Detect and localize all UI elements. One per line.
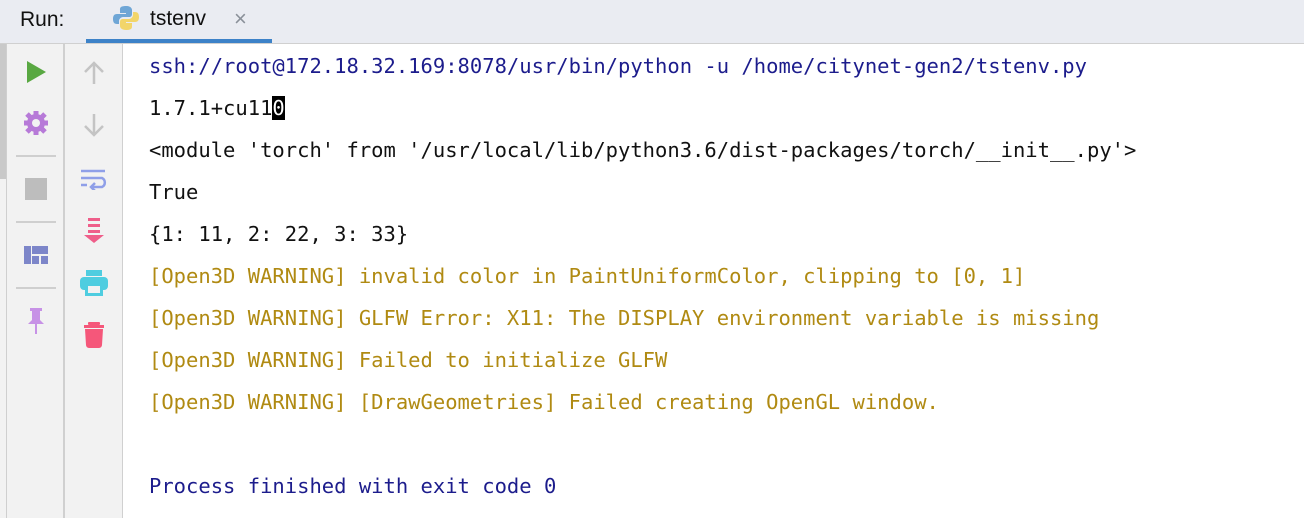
separator: [16, 287, 56, 289]
arrow-down-icon[interactable]: [79, 110, 109, 140]
warning-line: [Open3D WARNING] Failed to initialize GL…: [149, 348, 668, 372]
version-text: 1.7.1+cu11: [149, 96, 273, 120]
pin-icon[interactable]: [21, 306, 51, 336]
gear-icon[interactable]: [21, 108, 51, 138]
exit-status-line: Process finished with exit code 0: [149, 474, 557, 498]
output-line: 1.7.1+cu110: [149, 94, 285, 122]
text-cursor: 0: [272, 96, 285, 120]
separator: [16, 221, 56, 223]
close-tab-icon[interactable]: ×: [234, 6, 247, 32]
tab-tstenv[interactable]: tstenv ×: [86, 0, 272, 44]
warning-line: [Open3D WARNING] [DrawGeometries] Failed…: [149, 390, 939, 414]
arrow-up-icon[interactable]: [79, 58, 109, 88]
run-tool-window-header: Run: tstenv ×: [0, 0, 1304, 44]
output-line: {1: 11, 2: 22, 3: 33}: [149, 222, 409, 246]
console-toolbar: [65, 44, 123, 518]
scroll-to-end-icon[interactable]: [79, 216, 109, 246]
play-icon[interactable]: [21, 57, 51, 87]
print-icon[interactable]: [79, 268, 109, 298]
scrollbar-thumb[interactable]: [0, 44, 6, 179]
warning-line: [Open3D WARNING] invalid color in PaintU…: [149, 264, 1026, 288]
warning-line: [Open3D WARNING] GLFW Error: X11: The DI…: [149, 306, 1100, 330]
stop-icon[interactable]: [21, 174, 51, 204]
active-tab-indicator: [86, 39, 272, 43]
trash-icon[interactable]: [79, 320, 109, 350]
soft-wrap-icon[interactable]: [79, 164, 109, 194]
output-line: <module 'torch' from '/usr/local/lib/pyt…: [149, 138, 1137, 162]
separator: [16, 155, 56, 157]
output-line: True: [149, 180, 199, 204]
python-icon: [113, 6, 139, 30]
console-output[interactable]: ssh://root@172.18.32.169:8078/usr/bin/py…: [124, 44, 1304, 518]
layout-icon[interactable]: [21, 240, 51, 270]
side-scrollbar[interactable]: [0, 44, 7, 518]
run-label: Run:: [20, 8, 65, 31]
command-line: ssh://root@172.18.32.169:8078/usr/bin/py…: [149, 54, 1087, 78]
run-toolbar: [7, 44, 65, 518]
tab-label: tstenv: [150, 7, 207, 30]
